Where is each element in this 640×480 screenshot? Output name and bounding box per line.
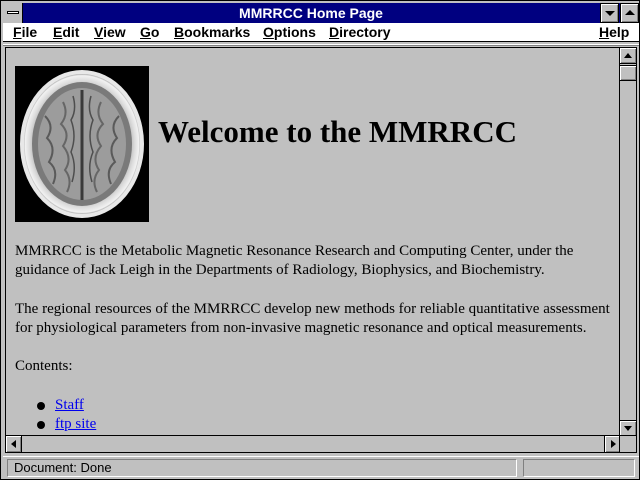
resources-paragraph: The regional resources of the MMRRCC dev… (15, 301, 610, 336)
arrow-up-icon (624, 53, 632, 58)
maximize-icon (625, 10, 635, 15)
menu-edit[interactable]: Edit (53, 24, 79, 41)
scroll-left-button[interactable] (6, 436, 22, 452)
status-text: Document: Done (7, 459, 517, 477)
menu-bookmarks[interactable]: Bookmarks (174, 24, 250, 41)
menu-directory[interactable]: Directory (329, 24, 390, 41)
brain-mri-image (15, 66, 149, 222)
content-frame: Welcome to the MMRRCC MMRRCC is the Meta… (5, 47, 637, 453)
menu-file[interactable]: File (13, 24, 37, 41)
vertical-scroll-thumb[interactable] (620, 65, 636, 81)
status-bar: Document: Done (3, 456, 639, 478)
bullet-icon (37, 421, 45, 429)
scroll-up-button[interactable] (620, 48, 636, 64)
browser-window: MMRRCC Home Page File Edit View Go Bookm… (0, 0, 640, 480)
arrow-left-icon (11, 440, 16, 448)
menu-help[interactable]: Help (599, 24, 629, 41)
window-title: MMRRCC Home Page (239, 5, 383, 21)
contents-label: Contents: (15, 358, 73, 374)
toolbar-separator (3, 44, 639, 46)
vertical-scrollbar[interactable] (619, 48, 636, 436)
title-bar[interactable]: MMRRCC Home Page (3, 3, 639, 23)
staff-link[interactable]: Staff (55, 396, 84, 415)
ftp-site-link[interactable]: ftp site (55, 415, 96, 434)
minimize-button[interactable] (600, 3, 619, 23)
page-title: Welcome to the MMRRCC (158, 114, 517, 149)
menu-options[interactable]: Options (263, 24, 316, 41)
system-menu-button[interactable] (3, 3, 23, 23)
horizontal-scrollbar[interactable] (6, 435, 620, 452)
menu-view[interactable]: View (94, 24, 126, 41)
brain-mri-graphic (15, 66, 149, 222)
page-content[interactable]: Welcome to the MMRRCC MMRRCC is the Meta… (6, 48, 620, 436)
arrow-right-icon (611, 440, 616, 448)
bullet-icon (37, 402, 45, 410)
minimize-icon (605, 11, 615, 16)
menu-go[interactable]: Go (140, 24, 159, 41)
arrow-down-icon (624, 426, 632, 431)
scrollbar-corner (619, 435, 636, 452)
progress-indicator (523, 459, 635, 477)
intro-paragraph: MMRRCC is the Metabolic Magnetic Resonan… (15, 243, 574, 278)
maximize-button[interactable] (620, 3, 639, 23)
menu-bar: File Edit View Go Bookmarks Options Dire… (3, 23, 639, 42)
scroll-right-button[interactable] (604, 436, 620, 452)
scroll-down-button[interactable] (620, 420, 636, 436)
system-menu-icon (7, 11, 19, 14)
